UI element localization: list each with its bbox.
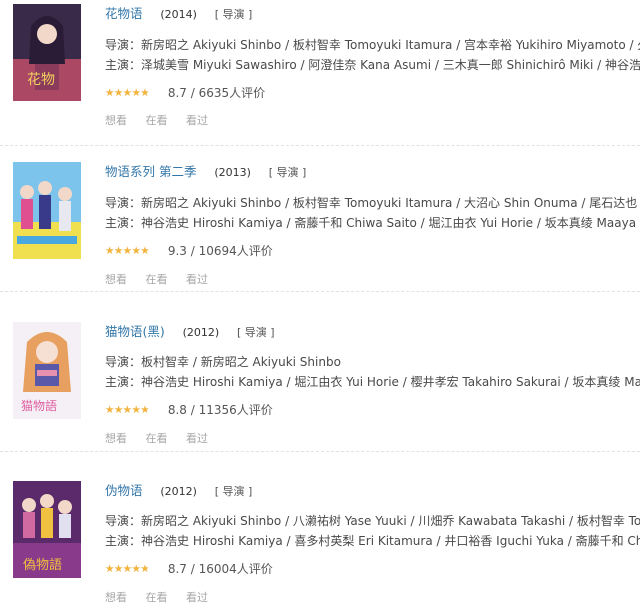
playable-tag[interactable]: [ 导演 ] bbox=[215, 8, 253, 21]
cast-line: 主演：神谷浩史 Hiroshi Kamiya / 堀江由衣 Yui Horie … bbox=[105, 373, 640, 391]
title-link[interactable]: 物语系列 第二季 bbox=[105, 164, 196, 179]
action-links: 想看 在看 看过 bbox=[105, 589, 223, 604]
playable-tag[interactable]: [ 导演 ] bbox=[269, 166, 307, 179]
directors: 新房昭之 Akiyuki Shinbo / 板村智幸 Tomoyuki Itam… bbox=[141, 38, 640, 52]
list-item: 猫物語 猫物语(黑) (2012) [ 导演 ] 导演：板村智幸 / 新房昭之 … bbox=[0, 306, 640, 452]
star-rating-icon: ★★★★★ ★★★★★ bbox=[105, 404, 150, 416]
list-item: 花物 花物语 (2014) [ 导演 ] 导演：新房昭之 Akiyuki Shi… bbox=[0, 0, 640, 146]
director-line: 导演：新房昭之 Akiyuki Shinbo / 板村智幸 Tomoyuki I… bbox=[105, 194, 640, 212]
cast: 泽城美雪 Miyuki Sawashiro / 阿澄佳奈 Kana Asumi … bbox=[141, 58, 640, 72]
svg-text:猫物語: 猫物語 bbox=[21, 398, 57, 413]
score: 8.8 bbox=[167, 403, 187, 417]
cast: 神谷浩史 Hiroshi Kamiya / 喜多村英梨 Eri Kitamura… bbox=[141, 534, 640, 548]
cast-label: 主演： bbox=[105, 375, 142, 389]
vote-count: 11356人评价 bbox=[198, 403, 273, 417]
rating: ★★★★★ ★★★★★ 9.3 / 10694人评价 bbox=[105, 244, 273, 258]
want-to-watch-link[interactable]: 想看 bbox=[105, 591, 127, 604]
star-rating-icon: ★★★★★ ★★★★★ bbox=[105, 563, 150, 575]
director-line: 导演：新房昭之 Akiyuki Shinbo / 板村智幸 Tomoyuki I… bbox=[105, 36, 640, 54]
directors: 新房昭之 Akiyuki Shinbo / 板村智幸 Tomoyuki Itam… bbox=[141, 196, 640, 210]
poster-image[interactable]: 偽物語 bbox=[13, 481, 81, 578]
year: (2013) bbox=[214, 166, 251, 179]
action-links: 想看 在看 看过 bbox=[105, 271, 223, 286]
score: 8.7 bbox=[167, 562, 187, 576]
cast-label: 主演： bbox=[105, 58, 142, 72]
want-to-watch-link[interactable]: 想看 bbox=[105, 432, 127, 445]
title-link[interactable]: 猫物语(黑) bbox=[105, 324, 165, 339]
watching-link[interactable]: 在看 bbox=[146, 273, 168, 286]
poster-image[interactable]: 猫物語 bbox=[13, 322, 81, 419]
director-label: 导演： bbox=[105, 196, 142, 210]
director-label: 导演： bbox=[105, 38, 142, 52]
vote-count: 16004人评价 bbox=[198, 562, 273, 576]
svg-text:偽物語: 偽物語 bbox=[23, 557, 62, 573]
cast-label: 主演： bbox=[105, 216, 142, 230]
watching-link[interactable]: 在看 bbox=[146, 432, 168, 445]
watching-link[interactable]: 在看 bbox=[146, 114, 168, 127]
director-line: 导演：板村智幸 / 新房昭之 Akiyuki Shinbo bbox=[105, 353, 640, 371]
watched-link[interactable]: 看过 bbox=[186, 591, 208, 604]
vote-count: 10694人评价 bbox=[198, 244, 273, 258]
watched-link[interactable]: 看过 bbox=[186, 432, 208, 445]
directors: 板村智幸 / 新房昭之 Akiyuki Shinbo bbox=[141, 355, 341, 369]
watched-link[interactable]: 看过 bbox=[186, 114, 208, 127]
title-link[interactable]: 伪物语 bbox=[105, 483, 143, 498]
director-label: 导演： bbox=[105, 514, 142, 528]
director-label: 导演： bbox=[105, 355, 142, 369]
directors: 新房昭之 Akiyuki Shinbo / 八濑祐树 Yase Yuuki / … bbox=[141, 514, 640, 528]
watching-link[interactable]: 在看 bbox=[146, 591, 168, 604]
rating: ★★★★★ ★★★★★ 8.7 / 6635人评价 bbox=[105, 86, 266, 100]
cast-line: 主演：神谷浩史 Hiroshi Kamiya / 斋藤千和 Chiwa Sait… bbox=[105, 214, 640, 232]
score: 9.3 bbox=[167, 244, 187, 258]
watched-link[interactable]: 看过 bbox=[186, 273, 208, 286]
cast: 神谷浩史 Hiroshi Kamiya / 堀江由衣 Yui Horie / 樱… bbox=[141, 375, 640, 389]
vote-count: 6635人评价 bbox=[198, 86, 266, 100]
poster-image[interactable]: 花物 bbox=[13, 4, 81, 101]
star-rating-icon: ★★★★★ ★★★★★ bbox=[105, 245, 150, 257]
cast-line: 主演：泽城美雪 Miyuki Sawashiro / 阿澄佳奈 Kana Asu… bbox=[105, 56, 640, 74]
svg-text:花物: 花物 bbox=[27, 72, 55, 88]
cast-label: 主演： bbox=[105, 534, 142, 548]
want-to-watch-link[interactable]: 想看 bbox=[105, 273, 127, 286]
poster-image[interactable] bbox=[13, 162, 81, 259]
rating: ★★★★★ ★★★★★ 8.7 / 16004人评价 bbox=[105, 562, 273, 576]
year: (2012) bbox=[182, 326, 220, 339]
star-rating-icon: ★★★★★ ★★★★★ bbox=[105, 87, 150, 99]
playable-tag[interactable]: [ 导演 ] bbox=[237, 326, 275, 339]
year: (2012) bbox=[160, 485, 197, 498]
title-link[interactable]: 花物语 bbox=[105, 6, 143, 21]
action-links: 想看 在看 看过 bbox=[105, 430, 223, 445]
playable-tag[interactable]: [ 导演 ] bbox=[215, 485, 253, 498]
cast-line: 主演：神谷浩史 Hiroshi Kamiya / 喜多村英梨 Eri Kitam… bbox=[105, 532, 640, 550]
list-item: 物语系列 第二季 (2013) [ 导演 ] 导演：新房昭之 Akiyuki S… bbox=[0, 146, 640, 292]
list-item: 偽物語 伪物语 (2012) [ 导演 ] 导演：新房昭之 Akiyuki Sh… bbox=[0, 465, 640, 607]
score: 8.7 bbox=[167, 86, 187, 100]
rating: ★★★★★ ★★★★★ 8.8 / 11356人评价 bbox=[105, 403, 273, 417]
director-line: 导演：新房昭之 Akiyuki Shinbo / 八濑祐树 Yase Yuuki… bbox=[105, 512, 640, 530]
cast: 神谷浩史 Hiroshi Kamiya / 斋藤千和 Chiwa Saito /… bbox=[141, 216, 640, 230]
year: (2014) bbox=[160, 8, 197, 21]
movie-list: 花物 花物语 (2014) [ 导演 ] 导演：新房昭之 Akiyuki Shi… bbox=[0, 0, 640, 607]
action-links: 想看 在看 看过 bbox=[105, 112, 223, 127]
want-to-watch-link[interactable]: 想看 bbox=[105, 114, 127, 127]
